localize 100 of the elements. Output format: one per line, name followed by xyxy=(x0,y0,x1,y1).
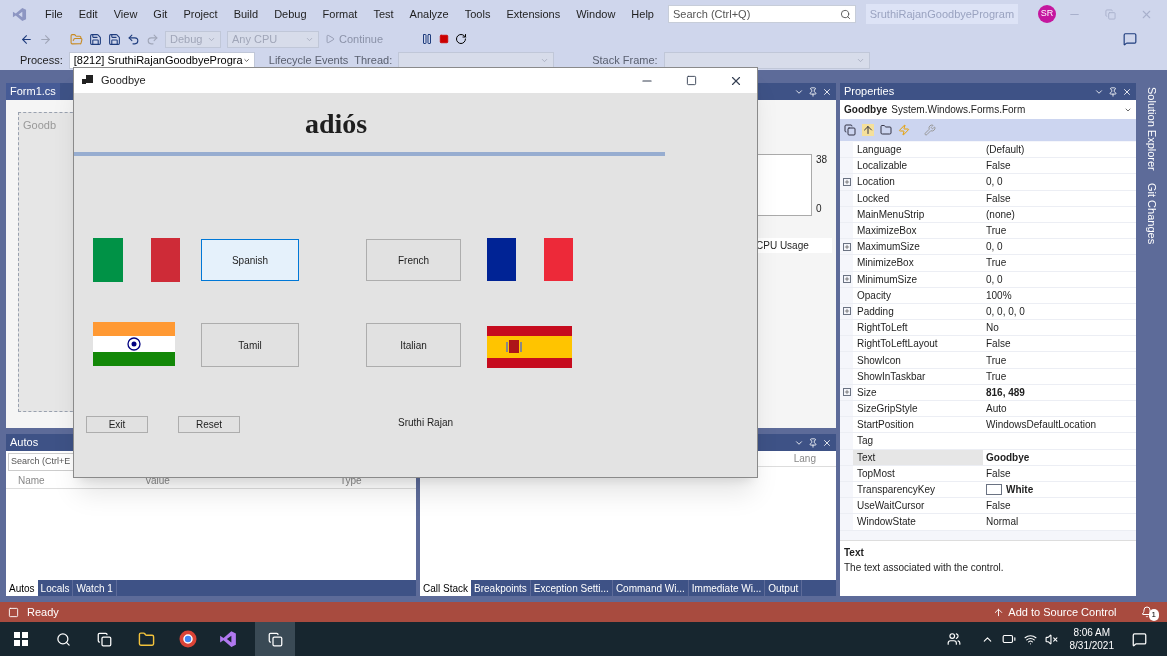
pause-icon[interactable] xyxy=(421,33,434,45)
menu-item[interactable]: Window xyxy=(568,5,624,23)
property-name[interactable]: RightToLeft xyxy=(853,320,983,336)
property-value: False xyxy=(986,466,1011,481)
search-icon[interactable] xyxy=(56,631,71,647)
cpu-graph xyxy=(756,154,812,216)
sort-icon[interactable] xyxy=(862,124,874,136)
people-icon[interactable] xyxy=(946,632,961,646)
property-name[interactable]: MaximumSize xyxy=(853,239,983,255)
language-button[interactable]: Tamil xyxy=(201,323,299,367)
battery-icon[interactable] xyxy=(1001,632,1016,646)
property-value: True xyxy=(986,256,1007,271)
pin-icon[interactable] xyxy=(1108,86,1118,97)
menu-item[interactable]: Build xyxy=(225,5,267,23)
maximize-icon[interactable] xyxy=(686,75,697,86)
expand-icon[interactable] xyxy=(842,177,851,186)
taskbar-app[interactable] xyxy=(255,622,295,656)
search-field[interactable]: Search (Ctrl+Q) xyxy=(667,5,856,23)
expand-icon[interactable] xyxy=(842,388,851,397)
property-name[interactable]: UseWaitCursor xyxy=(853,498,983,514)
panel-tab[interactable]: Immediate Wi... xyxy=(688,580,766,596)
menu-item[interactable]: View xyxy=(105,5,146,23)
property-name[interactable]: WindowState xyxy=(853,514,983,530)
form-heading: adiós xyxy=(305,107,368,141)
save-all-icon[interactable] xyxy=(108,32,121,46)
language-button[interactable]: Spanish xyxy=(201,239,299,281)
action-button[interactable]: Exit xyxy=(86,416,148,433)
property-name[interactable]: Location xyxy=(853,174,983,190)
lifecycle-events-button[interactable]: Lifecycle Events xyxy=(268,51,349,69)
property-name[interactable]: StartPosition xyxy=(853,417,983,433)
notification-center-icon[interactable] xyxy=(1132,631,1147,647)
panel-tab[interactable]: Call Stack xyxy=(420,580,471,596)
language-button[interactable]: Italian xyxy=(366,323,461,367)
expand-icon[interactable] xyxy=(842,275,851,284)
menu-item[interactable]: Analyze xyxy=(401,5,457,23)
panel-tab[interactable]: Watch 1 xyxy=(73,580,117,596)
property-name[interactable]: MinimizeBox xyxy=(853,255,983,271)
close-icon[interactable] xyxy=(1122,86,1132,97)
network-icon[interactable] xyxy=(1023,632,1037,646)
menu-item[interactable]: Project xyxy=(175,5,226,23)
expand-icon[interactable] xyxy=(842,307,851,316)
menu-item[interactable]: Git xyxy=(145,5,176,23)
pin-icon[interactable] xyxy=(808,86,818,97)
property-value: 0, 0 xyxy=(986,240,1003,255)
restart-icon[interactable] xyxy=(455,33,468,45)
user-avatar[interactable]: SR xyxy=(1038,5,1057,23)
stop-icon[interactable] xyxy=(439,34,450,44)
menu-item[interactable]: Format xyxy=(314,5,366,23)
property-value: False xyxy=(986,159,1011,174)
browser-icon[interactable] xyxy=(179,630,197,648)
panel-tab[interactable]: Exception Setti... xyxy=(530,580,613,596)
property-name[interactable]: Tag xyxy=(853,433,983,449)
menu-item[interactable]: Tools xyxy=(456,5,499,23)
property-name[interactable]: ShowIcon xyxy=(853,352,983,368)
window-title: Goodbye xyxy=(101,73,147,89)
menu-item[interactable]: Test xyxy=(365,5,402,23)
property-name[interactable]: Language xyxy=(853,142,983,158)
stack-frame-label: Stack Frame: xyxy=(592,52,658,68)
property-name[interactable]: RightToLeftLayout xyxy=(853,336,983,352)
action-button[interactable]: Reset xyxy=(178,416,240,433)
folder-icon[interactable] xyxy=(138,630,155,648)
menu-item[interactable]: Help xyxy=(623,5,662,23)
panel-tab[interactable]: Output xyxy=(765,580,803,596)
pin-icon[interactable] xyxy=(808,437,818,448)
panel-tab[interactable]: Command Wi... xyxy=(612,580,689,596)
start-icon[interactable] xyxy=(14,632,28,646)
visual-studio-icon[interactable] xyxy=(219,630,237,648)
column-header: Name xyxy=(17,474,46,488)
menu-item[interactable]: Edit xyxy=(70,5,106,23)
document-tab[interactable]: Form1.cs xyxy=(6,83,60,100)
undo-icon[interactable] xyxy=(127,32,140,46)
property-name[interactable]: Localizable xyxy=(853,158,983,174)
language-button[interactable]: French xyxy=(366,239,461,281)
side-tab[interactable]: Git Changes xyxy=(1140,182,1160,244)
back-icon[interactable] xyxy=(20,32,33,46)
property-value: False xyxy=(986,337,1011,352)
clock-date: 8/31/2021 xyxy=(1069,639,1114,652)
close-icon[interactable] xyxy=(822,86,832,97)
source-control-button[interactable]: Add to Source Control xyxy=(1008,603,1117,621)
panel-tab[interactable]: Autos xyxy=(6,580,38,596)
property-value: 816, 489 xyxy=(986,385,1025,400)
menu-item[interactable]: Extensions xyxy=(498,5,569,23)
object-selector[interactable]: Goodbye System.Windows.Forms.Form xyxy=(840,100,1136,119)
feedback-icon[interactable] xyxy=(1123,32,1137,46)
close-icon[interactable] xyxy=(822,437,832,448)
panel-tab[interactable]: Breakpoints xyxy=(471,580,531,596)
volume-icon[interactable] xyxy=(1044,632,1058,646)
task-view-icon[interactable] xyxy=(97,631,112,647)
save-icon[interactable] xyxy=(89,32,102,46)
upload-icon[interactable] xyxy=(993,606,1005,618)
app-icon xyxy=(82,75,93,86)
menu-item[interactable]: Debug xyxy=(266,5,315,23)
property-name[interactable]: SizeGripStyle xyxy=(853,401,983,417)
expand-icon[interactable] xyxy=(842,242,851,251)
menu-item[interactable]: File xyxy=(37,5,71,23)
property-value: Normal xyxy=(986,515,1019,530)
side-tab[interactable]: Solution Explorer xyxy=(1140,87,1160,171)
bell-icon[interactable] xyxy=(1140,606,1153,618)
panel-tab[interactable]: Locals xyxy=(37,580,74,596)
notifications-button[interactable]: 1 xyxy=(1140,603,1159,621)
